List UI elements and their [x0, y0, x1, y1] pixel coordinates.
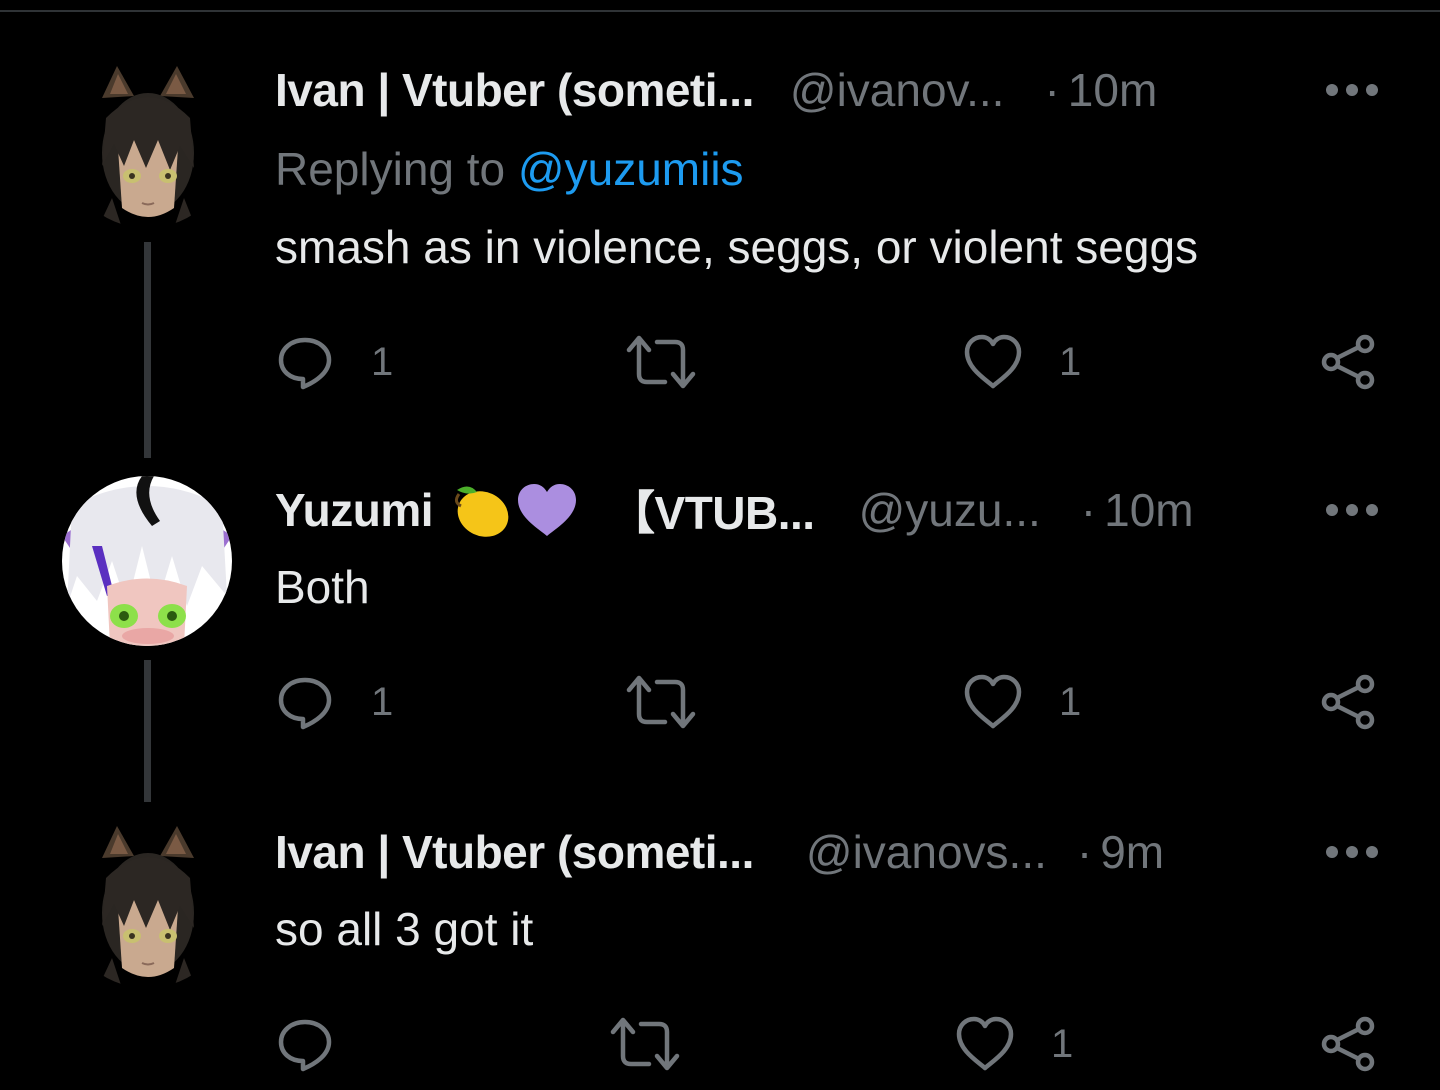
- share-button[interactable]: [1321, 332, 1377, 392]
- thread-line: [144, 660, 151, 802]
- like-button[interactable]: 1: [963, 332, 1081, 392]
- display-name[interactable]: Ivan | Vtuber (someti...: [275, 63, 754, 117]
- handle[interactable]: @yuzu...: [859, 483, 1041, 537]
- like-button[interactable]: 1: [955, 1014, 1073, 1074]
- retweet-icon: [626, 335, 696, 389]
- purple-heart-emoji: [518, 484, 577, 536]
- share-icon: [1321, 1016, 1375, 1072]
- share-icon: [1321, 334, 1375, 390]
- replying-to: Replying to @yuzumiis: [275, 142, 744, 196]
- tweet-header: Ivan | Vtuber (someti... @ivanovs... · 9…: [275, 822, 1380, 882]
- reply-count: 1: [371, 339, 394, 384]
- replying-to-label: Replying to: [275, 143, 518, 195]
- like-button[interactable]: 1: [963, 672, 1081, 732]
- timestamp[interactable]: 10m: [1104, 483, 1193, 537]
- lemon-emoji: [455, 486, 509, 537]
- separator-dot: ·: [1076, 826, 1093, 878]
- tweet-header: Yuzumi 【VTUB... @yuzu... · 10m: [275, 480, 1380, 540]
- separator-dot: ·: [1080, 484, 1097, 536]
- ivan-avatar[interactable]: [62, 818, 232, 988]
- reply-button[interactable]: 1: [275, 672, 393, 732]
- tweet-text: Both: [275, 561, 370, 613]
- tweet-actions: 1 1: [275, 672, 1385, 732]
- tweet-actions: 1: [275, 1014, 1385, 1074]
- more-icon[interactable]: [1324, 80, 1380, 100]
- share-button[interactable]: [1321, 672, 1377, 732]
- more-icon[interactable]: [1324, 842, 1380, 862]
- heart-icon: [964, 674, 1022, 729]
- reply-count: 1: [371, 679, 394, 724]
- reply-icon: [278, 677, 332, 730]
- display-name[interactable]: Ivan | Vtuber (someti...: [275, 825, 754, 879]
- more-icon[interactable]: [1324, 500, 1380, 520]
- heart-icon: [964, 334, 1022, 389]
- like-count: 1: [1051, 1021, 1074, 1066]
- reply-button[interactable]: [275, 1014, 371, 1074]
- retweet-button[interactable]: [625, 332, 697, 392]
- separator-dot: ·: [1044, 64, 1060, 116]
- retweet-button[interactable]: [609, 1014, 681, 1074]
- tweet-text: smash as in violence, seggs, or violent …: [275, 221, 1199, 273]
- ivan-avatar[interactable]: [62, 58, 232, 228]
- retweet-icon: [610, 1017, 680, 1071]
- heart-icon: [956, 1016, 1014, 1071]
- handle[interactable]: @ivanovs...: [806, 825, 1047, 879]
- tweet-header: Ivan | Vtuber (someti... @ivanov... · 10…: [275, 60, 1380, 120]
- like-count: 1: [1059, 339, 1082, 384]
- reply-icon: [278, 1019, 332, 1072]
- share-button[interactable]: [1321, 1014, 1377, 1074]
- top-divider: [0, 10, 1440, 12]
- display-name[interactable]: Yuzumi: [275, 483, 434, 537]
- mention-link[interactable]: @yuzumiis: [518, 143, 744, 195]
- retweet-button[interactable]: [625, 672, 697, 732]
- timestamp[interactable]: 10m: [1068, 63, 1157, 117]
- display-name-suffix[interactable]: 【VTUB...: [609, 477, 815, 543]
- reply-icon: [278, 337, 332, 390]
- timestamp[interactable]: 9m: [1100, 825, 1164, 879]
- tweet-actions: 1 1: [275, 332, 1385, 392]
- thread-line: [144, 242, 151, 458]
- like-count: 1: [1059, 679, 1082, 724]
- retweet-icon: [626, 675, 696, 729]
- tweet-text: so all 3 got it: [275, 903, 534, 955]
- yuzumi-avatar[interactable]: [62, 476, 232, 646]
- share-icon: [1321, 674, 1375, 730]
- reply-button[interactable]: 1: [275, 332, 393, 392]
- handle[interactable]: @ivanov...: [790, 63, 1005, 117]
